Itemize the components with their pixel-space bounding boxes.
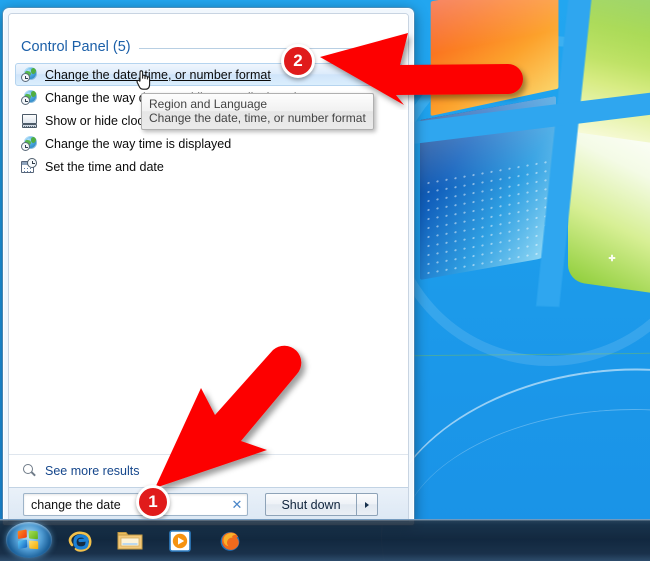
results-group-header: Control Panel (5) [21,36,408,58]
group-title: Control Panel (5) [21,39,131,55]
globe-clock-icon [21,66,38,83]
monitor-icon [21,112,38,129]
taskbar-item-internet-explorer[interactable] [62,524,98,558]
result-item-change-date-time-number-format[interactable]: Change the date, time, or number format [15,63,402,86]
start-menu-bottom-bar: ✕ Shut down [9,487,408,521]
screen: Control Panel (5) Change the date, time,… [0,0,650,561]
start-button[interactable] [6,522,52,558]
windows-logo-graphic [384,0,650,366]
windows-orb-icon [17,529,41,551]
see-more-results-label: See more results [45,464,140,478]
start-menu-inner: Control Panel (5) Change the date, time,… [8,13,409,522]
clear-x-icon[interactable]: ✕ [227,497,247,513]
taskbar-item-firefox[interactable] [212,524,248,558]
group-divider [138,48,394,49]
callout-badge-2: 2 [281,44,315,78]
internet-explorer-icon [68,531,92,552]
globe-clock-icon [21,89,38,106]
magnifier-icon [23,464,37,478]
taskbar [0,519,650,561]
calendar-clock-icon [21,158,38,175]
taskbar-item-media-player[interactable] [162,524,198,558]
shutdown-button[interactable]: Shut down [265,493,357,516]
sparkle-icon [606,252,618,264]
callout-badge-1: 1 [136,485,170,519]
result-item-set-time-and-date[interactable]: Set the time and date [15,155,402,178]
result-item-label: Change the date, time, or number format [45,67,271,82]
folder-icon [117,531,143,549]
search-results-pane: Control Panel (5) Change the date, time,… [9,14,408,454]
taskbar-item-windows-explorer[interactable] [112,524,148,558]
shutdown-group: Shut down [265,493,378,516]
taskbar-pinned-icons [62,520,248,561]
start-menu-panel: Control Panel (5) Change the date, time,… [3,8,414,525]
globe-clock-icon [21,135,38,152]
result-item-label: Change the way time is displayed [45,136,232,151]
tooltip-description: Change the date, time, or number format [149,111,366,125]
search-input[interactable] [24,497,227,512]
tooltip-title: Region and Language [149,97,268,111]
tooltip: Region and Language Change the date, tim… [141,93,374,130]
firefox-icon [220,531,240,551]
logo-pane-white-green [568,131,650,303]
media-player-icon [169,529,191,552]
result-item-label: Set the time and date [45,159,164,174]
triangle-right-icon [365,501,369,508]
shutdown-options-button[interactable] [357,493,378,516]
see-more-results-button[interactable]: See more results [9,454,408,487]
result-item-change-way-time-displayed[interactable]: Change the way time is displayed [15,132,402,155]
